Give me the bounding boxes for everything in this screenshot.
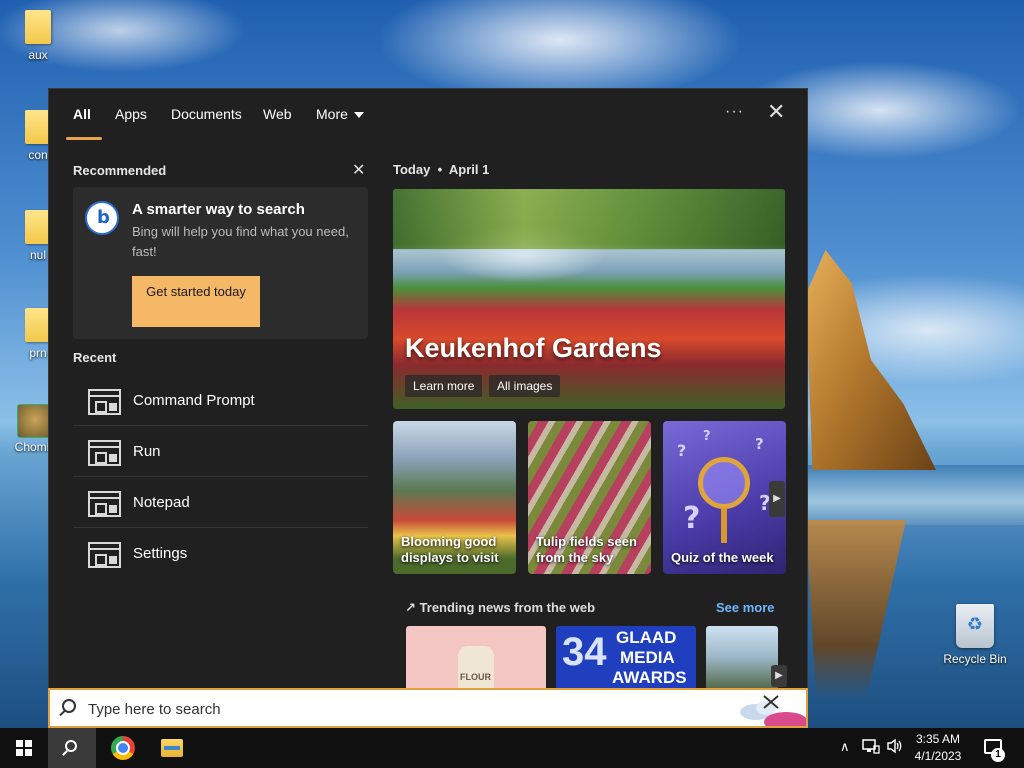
news-image-text: AWARDS	[612, 668, 687, 687]
recent-item-label: Notepad	[133, 494, 190, 511]
chevron-down-icon	[353, 112, 364, 119]
active-tab-indicator	[66, 137, 102, 140]
wallpaper-cliff-reflection	[806, 520, 906, 700]
trending-title: Trending news from the web	[419, 600, 596, 615]
tile-label: Blooming good displays to visit	[401, 534, 499, 565]
clock-date: 4/1/2023	[914, 749, 962, 763]
dismiss-recommended-icon[interactable]: ✕	[352, 160, 365, 180]
taskbar-search-box[interactable]	[48, 688, 808, 732]
search-highlight-image	[736, 692, 808, 732]
search-tabs: All Apps Documents Web More ··· ✕	[49, 89, 807, 141]
learn-more-button[interactable]: Learn more	[405, 375, 483, 397]
hero-image-keukenhof[interactable]: Keukenhof Gardens Learn more All images	[393, 189, 785, 409]
tile-tulip-fields[interactable]: Tulip fields seen from the sky	[528, 421, 651, 574]
tile-blooming-displays[interactable]: Blooming good displays to visit	[393, 421, 516, 574]
tab-more[interactable]: More	[316, 106, 364, 122]
question-mark-icon: ?	[683, 501, 701, 536]
close-icon[interactable]: ✕	[767, 101, 785, 123]
news-image-number: 34	[562, 630, 607, 674]
recommended-heading: Recommended	[73, 163, 167, 178]
file-explorer-icon	[161, 739, 183, 757]
question-mark-icon: ?	[677, 441, 687, 460]
app-window-icon	[88, 542, 121, 568]
chrome-icon	[111, 736, 135, 760]
tile-label: Quiz of the week	[671, 550, 774, 565]
recycle-bin-icon	[956, 604, 994, 648]
notification-badge: 1	[991, 748, 1005, 762]
taskbar-file-explorer[interactable]	[148, 728, 196, 768]
magnifier-icon	[698, 457, 750, 509]
news-image-text: MEDIA	[620, 648, 675, 667]
see-more-link[interactable]: See more	[716, 600, 775, 615]
today-label: Today	[393, 162, 431, 177]
recent-item-label: Settings	[133, 545, 188, 562]
news-card-2[interactable]: 34 GLAAD MEDIA AWARDS	[556, 626, 696, 688]
news-next-icon[interactable]: ▶	[771, 665, 787, 687]
tab-web[interactable]: Web	[263, 106, 292, 122]
separator-dot: •	[433, 162, 446, 177]
question-mark-icon: ?	[755, 435, 764, 453]
chevron-up-icon[interactable]: ∧	[840, 739, 850, 755]
recent-item-label: Run	[133, 443, 161, 460]
news-image-text: GLAAD	[616, 628, 677, 647]
taskbar: ∧ 3:35 AM 4/1/2023 1	[0, 728, 1024, 768]
start-button[interactable]	[0, 728, 48, 768]
trending-arrow-icon: ↗	[405, 600, 416, 615]
tab-documents[interactable]: Documents	[171, 106, 242, 122]
wallpaper-sea	[806, 465, 1024, 525]
search-icon	[65, 740, 77, 752]
desktop-icon-aux[interactable]: aux	[3, 10, 73, 62]
search-input[interactable]	[88, 698, 688, 720]
question-mark-icon: ?	[703, 429, 711, 444]
search-panel: All Apps Documents Web More ··· ✕ Recomm…	[48, 88, 808, 692]
search-icon	[62, 699, 76, 713]
taskbar-search-button[interactable]	[48, 728, 96, 768]
tile-label: Tulip fields seen from the sky	[536, 534, 637, 565]
news-card-1[interactable]: FLOUR	[406, 626, 546, 688]
trending-heading: ↗ Trending news from the web	[405, 600, 595, 616]
all-images-button[interactable]: All images	[489, 375, 561, 397]
tab-apps[interactable]: Apps	[115, 106, 147, 122]
bing-promo-card: b A smarter way to search Bing will help…	[73, 187, 368, 339]
network-icon[interactable]	[862, 738, 880, 757]
taskbar-clock[interactable]: 3:35 AM 4/1/2023	[906, 731, 970, 765]
taskbar-chrome[interactable]	[99, 728, 147, 768]
recent-item-command-prompt[interactable]: Command Prompt	[73, 376, 368, 426]
recent-item-notepad[interactable]: Notepad	[73, 478, 368, 528]
hero-title: Keukenhof Gardens	[405, 333, 662, 363]
tab-all[interactable]: All	[73, 106, 91, 122]
desktop-icon-label: aux	[28, 48, 48, 62]
desktop-icon-recycle-bin[interactable]: Recycle Bin	[940, 604, 1010, 666]
clock-time: 3:35 AM	[915, 732, 961, 746]
bing-logo-icon: b	[85, 201, 119, 235]
tile-quiz-of-the-week[interactable]: ? ? ? ? ? Quiz of the week	[663, 421, 786, 574]
magnifier-handle	[721, 509, 727, 543]
news-image-text: FLOUR	[460, 672, 491, 682]
today-date: April 1	[448, 162, 490, 177]
tab-more-label: More	[316, 106, 348, 122]
app-window-icon	[88, 440, 121, 466]
carousel-next-icon[interactable]: ▶	[769, 481, 785, 517]
app-window-icon	[88, 389, 121, 415]
wallpaper-cliff	[806, 250, 936, 470]
promo-title: A smarter way to search	[132, 201, 305, 218]
hero-trees	[393, 189, 785, 249]
news-card-3[interactable]	[706, 626, 778, 688]
today-heading: Today • April 1	[393, 162, 489, 177]
desktop-icon-label: Recycle Bin	[943, 652, 1007, 666]
recent-item-label: Command Prompt	[133, 392, 255, 409]
more-options-icon[interactable]: ···	[725, 103, 744, 121]
folder-icon	[25, 10, 51, 44]
get-started-button[interactable]: Get started today	[132, 276, 260, 327]
recent-heading: Recent	[73, 350, 117, 365]
volume-icon[interactable]	[886, 738, 904, 757]
windows-logo-icon	[16, 740, 32, 756]
promo-description: Bing will help you find what you need, f…	[132, 224, 349, 259]
recent-item-settings[interactable]: Settings	[73, 529, 368, 579]
app-window-icon	[88, 491, 121, 517]
recent-item-run[interactable]: Run	[73, 427, 368, 477]
